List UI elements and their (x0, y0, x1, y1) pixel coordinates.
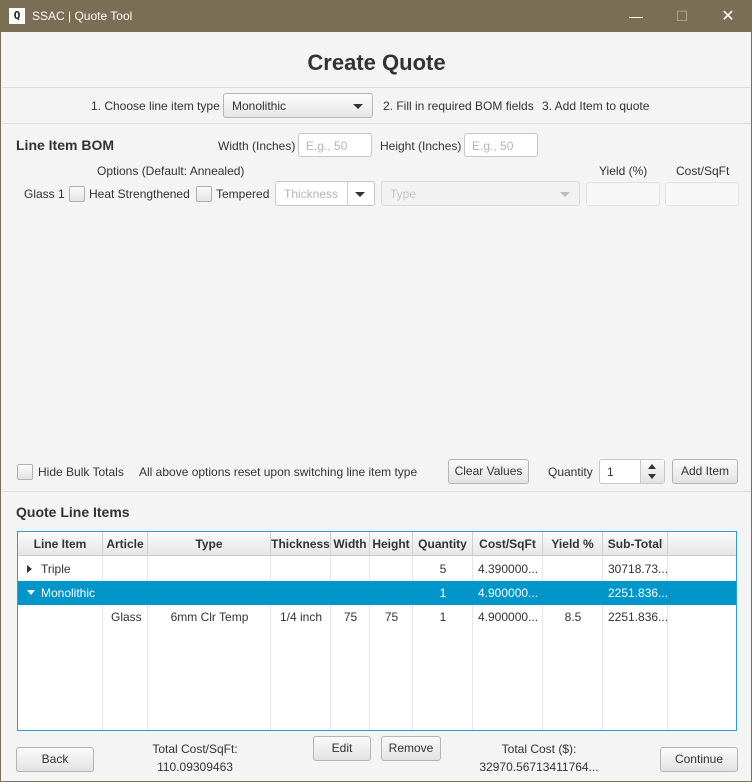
collapse-arrow-icon[interactable] (27, 590, 35, 595)
cell-line-item: Monolithic (41, 586, 96, 600)
thickness-select[interactable]: Thickness (275, 181, 375, 206)
total-cost-sqft-value: 110.09309463 (157, 760, 233, 774)
quote-table[interactable]: Line Item Article Type Thickness Width H… (17, 531, 737, 731)
cell-subtotal: 2251.836... (608, 586, 668, 600)
reset-note: All above options reset upon switching l… (139, 465, 418, 479)
edit-button[interactable]: Edit (313, 736, 371, 761)
cell-quantity: 1 (439, 610, 447, 624)
clear-values-button[interactable]: Clear Values (448, 459, 529, 484)
step2-label: 2. Fill in required BOM fields (383, 99, 534, 113)
chevron-down-icon (560, 192, 570, 197)
cell-subtotal: 2251.836... (608, 610, 668, 624)
height-label: Height (Inches) (380, 139, 462, 153)
close-icon[interactable]: ✕ (705, 1, 751, 32)
app-icon: Q (9, 8, 25, 24)
cost-sqft-input[interactable] (665, 182, 739, 206)
total-cost-value: 32970.56713411764... (479, 760, 599, 774)
height-placeholder: E.g., 50 (472, 139, 514, 153)
cell-yield: 8.5 (564, 610, 582, 624)
type-select[interactable]: Type (381, 181, 580, 206)
thickness-placeholder: Thickness (284, 187, 339, 201)
app-window: Q SSAC | Quote Tool — ☐ ✕ Create Quote 1… (0, 0, 752, 782)
col-subtotal[interactable]: Sub-Total (603, 532, 668, 556)
col-width[interactable]: Width (331, 532, 370, 556)
step1-label: 1. Choose line item type (91, 99, 220, 113)
hide-bulk-totals-label: Hide Bulk Totals (38, 465, 124, 479)
decrement-icon[interactable] (648, 474, 656, 479)
col-yield[interactable]: Yield % (543, 532, 603, 556)
page-title: Create Quote (307, 50, 446, 75)
chevron-down-icon (355, 192, 365, 197)
cell-cost: 4.900000... (478, 610, 539, 624)
height-input[interactable]: E.g., 50 (464, 133, 538, 157)
maximize-icon[interactable]: ☐ (659, 1, 705, 32)
continue-button[interactable]: Continue (660, 747, 738, 772)
cell-cost: 4.390000... (478, 562, 539, 576)
line-item-type-value: Monolithic (232, 99, 287, 113)
window-title: SSAC | Quote Tool (32, 9, 133, 23)
add-item-button[interactable]: Add Item (672, 459, 738, 484)
remove-button[interactable]: Remove (381, 736, 441, 761)
width-placeholder: E.g., 50 (306, 139, 348, 153)
cell-article: Glass (111, 610, 142, 624)
cell-width: 75 (343, 610, 358, 624)
steps-bar: 1. Choose line item type Monolithic 2. F… (2, 88, 751, 124)
cell-cost: 4.900000... (478, 586, 539, 600)
yield-label: Yield (%) (599, 164, 648, 178)
stepper-buttons[interactable] (640, 460, 664, 483)
cell-type: 6mm Clr Temp (170, 610, 249, 624)
type-placeholder: Type (390, 187, 417, 201)
heat-strengthened-label: Heat Strengthened (89, 187, 190, 201)
cell-quantity: 5 (439, 562, 447, 576)
table-row[interactable]: Glass 6mm Clr Temp 1/4 inch 75 75 1 4.90… (18, 605, 736, 629)
width-label: Width (Inches) (218, 139, 296, 153)
col-cost-sqft[interactable]: Cost/SqFt (473, 532, 543, 556)
cell-height: 75 (384, 610, 399, 624)
glass1-label: Glass 1 (24, 187, 65, 201)
quote-title: Quote Line Items (16, 504, 130, 520)
total-cost-label: Total Cost ($): (501, 742, 577, 756)
total-cost-sqft-label: Total Cost/SqFt: (152, 742, 238, 756)
col-quantity[interactable]: Quantity (413, 532, 473, 556)
back-button[interactable]: Back (16, 747, 94, 772)
cell-thickness: 1/4 inch (279, 610, 323, 624)
line-item-type-select[interactable]: Monolithic (223, 93, 373, 118)
increment-icon[interactable] (648, 464, 656, 469)
width-input[interactable]: E.g., 50 (298, 133, 372, 157)
heat-strengthened-checkbox[interactable] (69, 186, 85, 202)
quantity-value: 1 (607, 465, 614, 479)
cell-subtotal: 30718.73... (608, 562, 668, 576)
page-header: Create Quote (2, 32, 751, 88)
tempered-checkbox[interactable] (196, 186, 212, 202)
col-type[interactable]: Type (148, 532, 271, 556)
hide-bulk-totals-checkbox[interactable] (17, 464, 33, 480)
quantity-stepper[interactable]: 1 (599, 459, 665, 484)
yield-input[interactable] (586, 182, 660, 206)
cell-line-item: Triple (41, 562, 71, 576)
minimize-icon[interactable]: — (613, 1, 659, 32)
table-header: Line Item Article Type Thickness Width H… (18, 532, 736, 556)
table-row[interactable]: Triple 5 4.390000... 30718.73... (18, 557, 736, 581)
col-article[interactable]: Article (103, 532, 148, 556)
title-bar[interactable]: Q SSAC | Quote Tool — ☐ ✕ (1, 1, 751, 32)
col-height[interactable]: Height (370, 532, 413, 556)
col-thickness[interactable]: Thickness (271, 532, 331, 556)
section-divider (2, 491, 751, 492)
thickness-divider (347, 182, 348, 205)
bom-title: Line Item BOM (16, 137, 115, 153)
table-row-selected[interactable]: Monolithic 1 4.900000... 2251.836... (18, 581, 736, 605)
tempered-label: Tempered (216, 187, 270, 201)
options-label: Options (Default: Annealed) (97, 164, 245, 178)
cost-sqft-label: Cost/SqFt (676, 164, 730, 178)
step3-label: 3. Add Item to quote (542, 99, 650, 113)
quantity-label: Quantity (548, 465, 593, 479)
cell-quantity: 1 (439, 586, 447, 600)
col-line-item[interactable]: Line Item (18, 532, 103, 556)
expand-arrow-icon[interactable] (27, 565, 32, 573)
chevron-down-icon (353, 104, 363, 109)
